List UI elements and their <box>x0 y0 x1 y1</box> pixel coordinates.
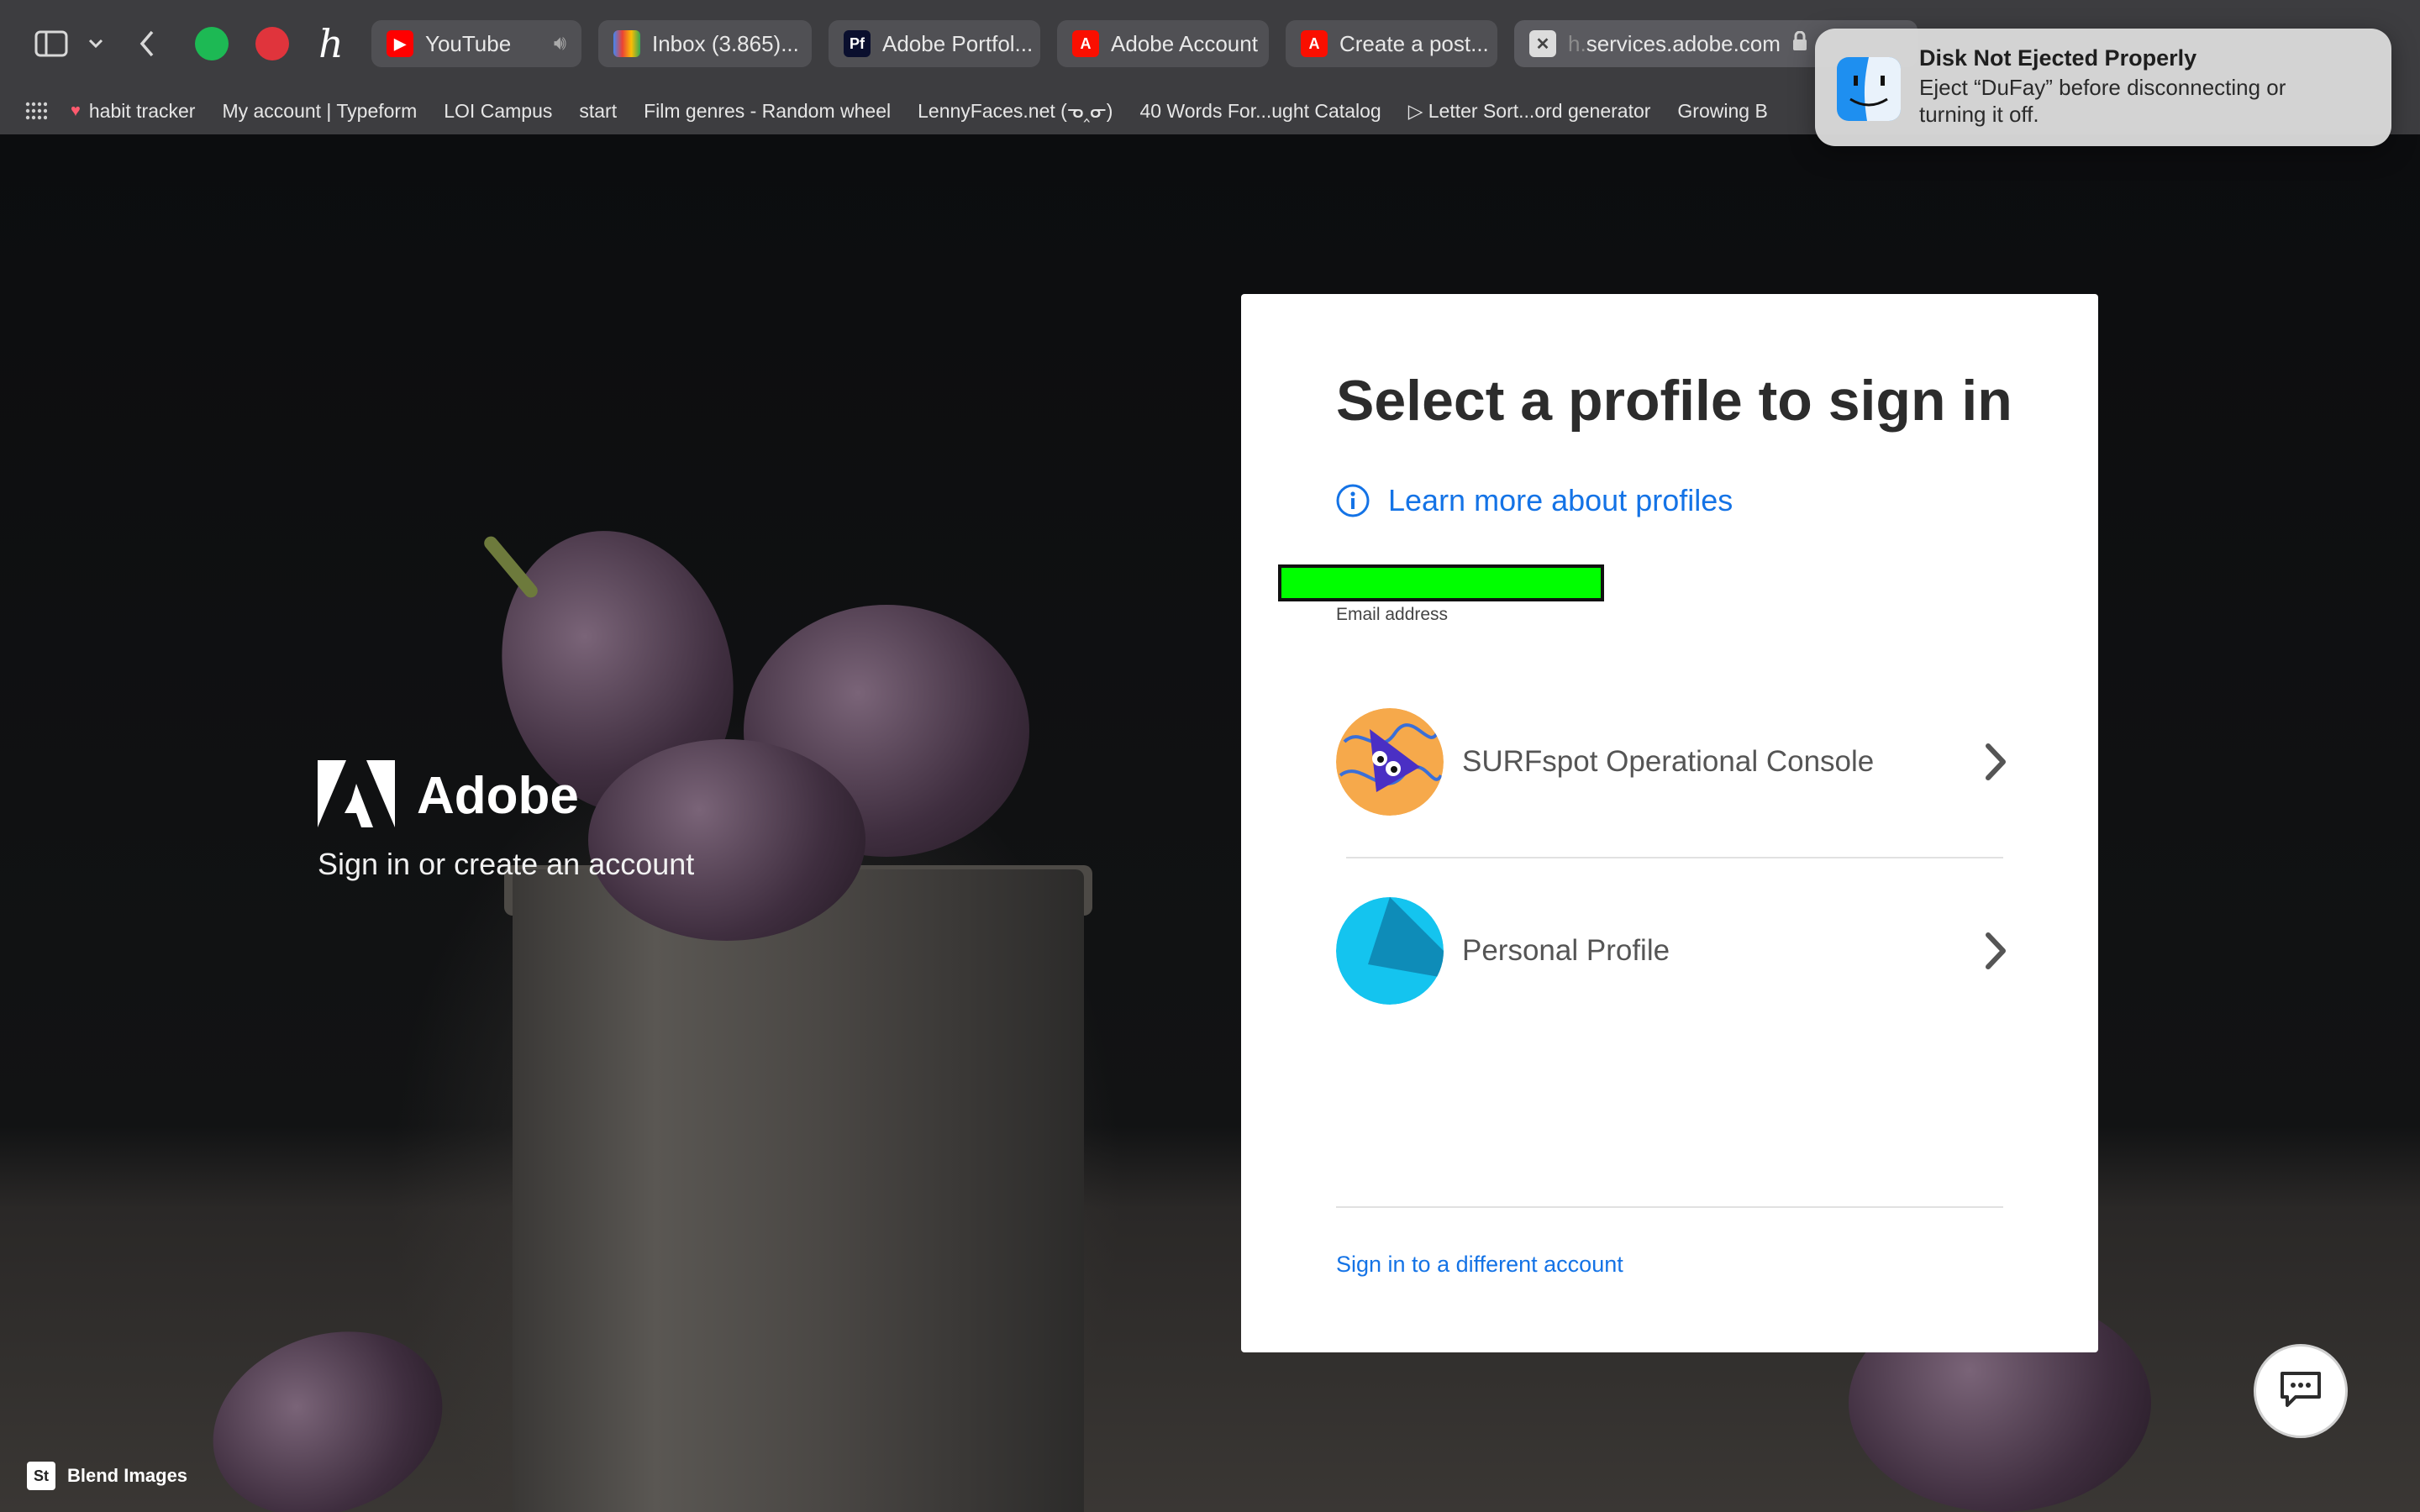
disk-notification[interactable]: Disk Not Ejected Properly Eject “DuFay” … <box>1815 29 2391 146</box>
sign-in-tagline: Sign in or create an account <box>318 847 695 881</box>
bookmark-growing[interactable]: Growing B <box>1677 100 1767 123</box>
chevron-right-icon <box>1983 932 2008 970</box>
profile-surfspot[interactable]: SURFspot Operational Console <box>1336 707 2008 816</box>
back-arrow-icon[interactable] <box>134 27 160 60</box>
bookmark-loi-campus[interactable]: LOI Campus <box>444 100 552 123</box>
adobe-stock-badge: St <box>27 1462 55 1490</box>
profile-name: SURFspot Operational Console <box>1462 745 1875 778</box>
fig-image <box>187 1300 469 1512</box>
lock-icon <box>1792 30 1807 57</box>
page-title: Select a profile to sign in <box>1336 369 2012 433</box>
notification-body: Eject “DuFay” before disconnecting or tu… <box>1919 75 2286 127</box>
adobe-icon: A <box>1301 30 1328 57</box>
bookmark-film-genres[interactable]: Film genres - Random wheel <box>644 100 891 123</box>
extension-red-icon[interactable] <box>255 27 289 60</box>
finder-icon <box>1837 57 1901 121</box>
chat-icon <box>2279 1370 2323 1413</box>
tab-adobe-portfolio[interactable]: Pf Adobe Portfol... <box>829 20 1040 67</box>
notification-title: Disk Not Ejected Properly <box>1919 45 2197 71</box>
adobe-logo-icon <box>318 760 395 832</box>
adobe-wordmark: Adobe <box>417 767 579 825</box>
email-redaction <box>1278 564 1604 601</box>
sign-in-different-account-link[interactable]: Sign in to a different account <box>1336 1252 1623 1278</box>
learn-more-label: Learn more about profiles <box>1388 483 1733 517</box>
learn-more-link[interactable]: Learn more about profiles <box>1336 483 1733 518</box>
youtube-icon: ▶ <box>387 30 413 57</box>
tab-inbox[interactable]: Inbox (3.865)... <box>598 20 812 67</box>
tab-label: YouTube <box>425 30 512 56</box>
speaker-icon[interactable]: 🔊︎ <box>554 32 566 55</box>
sidebar-toggle-icon[interactable] <box>32 27 71 60</box>
divider <box>1346 857 2003 858</box>
surfspot-avatar <box>1336 708 1444 816</box>
bookmark-40-words[interactable]: 40 Words For...ught Catalog <box>1139 100 1381 123</box>
tin-can-image <box>513 869 1084 1512</box>
divider <box>1336 1206 2003 1208</box>
bookmark-start[interactable]: start <box>579 100 617 123</box>
bookmark-typeform[interactable]: My account | Typeform <box>222 100 417 123</box>
adobe-icon: A <box>1072 30 1099 57</box>
adobe-brand: Adobe Sign in or create an account <box>318 760 694 882</box>
chevron-down-icon[interactable] <box>84 27 108 60</box>
url-host[interactable]: services.adobe.com <box>1586 31 1781 57</box>
tab-youtube[interactable]: ▶ YouTube 🔊︎ <box>371 20 581 67</box>
apps-grid-icon[interactable] <box>25 102 47 120</box>
extension-green-icon[interactable] <box>195 27 229 60</box>
heart-icon: ♥ <box>71 101 81 120</box>
tab-label: Adobe Portfol... <box>882 30 1034 56</box>
tab-adobe-account[interactable]: A Adobe Account <box>1057 20 1269 67</box>
bookmark-letter-sort[interactable]: ▷ Letter Sort...ord generator <box>1408 100 1651 123</box>
honey-extension-icon[interactable]: h <box>313 21 350 66</box>
stock-credit: St Blend Images <box>27 1462 187 1490</box>
profile-name: Personal Profile <box>1462 934 1670 967</box>
info-icon <box>1336 484 1370 517</box>
stock-credit-label: Blend Images <box>67 1465 188 1486</box>
bookmark-habit-tracker[interactable]: ♥ habit tracker <box>71 100 195 123</box>
profile-personal[interactable]: Personal Profile <box>1336 896 2008 1005</box>
tab-label: Create a post... <box>1339 30 1489 56</box>
adobe-portfolio-icon: Pf <box>844 30 871 57</box>
tab-label: Inbox (3.865)... <box>652 30 799 56</box>
sign-in-card: Select a profile to sign in Learn more a… <box>1241 294 2098 1352</box>
email-label: Email address <box>1336 605 1449 624</box>
personal-avatar <box>1336 897 1444 1005</box>
url-prefix: h. <box>1568 30 1586 56</box>
tab-label: Adobe Account <box>1111 30 1258 56</box>
chevron-right-icon <box>1983 743 2008 781</box>
tab-create-post[interactable]: A Create a post... <box>1286 20 1497 67</box>
bookmark-label: habit tracker <box>88 99 196 122</box>
gmail-icon <box>613 30 640 57</box>
close-icon[interactable]: ✕ <box>1529 30 1556 57</box>
chat-button[interactable] <box>2254 1344 2348 1438</box>
bookmark-lennyfaces[interactable]: LennyFaces.net (ᓀ‸ᓂ) <box>918 100 1113 123</box>
